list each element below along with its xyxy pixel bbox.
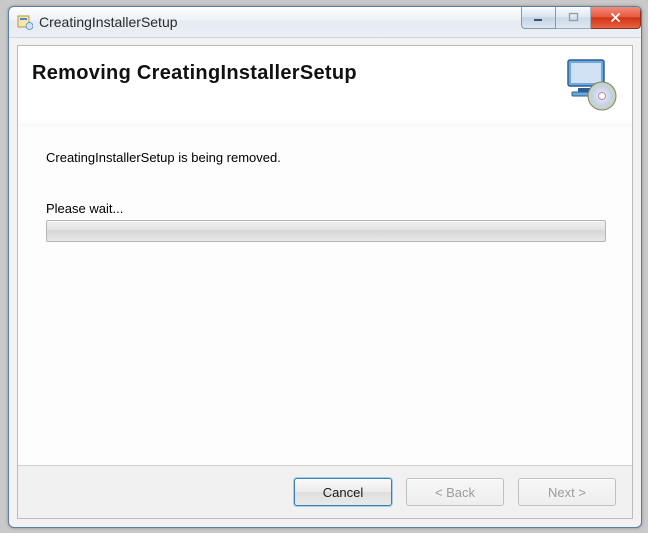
- page-title: Removing CreatingInstallerSetup: [18, 46, 632, 85]
- wizard-header: Removing CreatingInstallerSetup: [18, 46, 632, 127]
- installer-window: CreatingInstallerSetup Removing Creating…: [8, 6, 642, 528]
- back-button: < Back: [406, 478, 504, 506]
- window-title: CreatingInstallerSetup: [39, 14, 178, 30]
- wizard-body: CreatingInstallerSetup is being removed.…: [18, 126, 632, 466]
- installer-icon: [17, 14, 33, 30]
- computer-disc-icon: [562, 56, 618, 112]
- minimize-button[interactable]: [521, 7, 556, 29]
- progress-bar: [46, 220, 606, 242]
- cancel-button[interactable]: Cancel: [294, 478, 392, 506]
- wizard-footer: Cancel < Back Next >: [18, 465, 632, 518]
- maximize-button: [556, 7, 591, 29]
- next-button: Next >: [518, 478, 616, 506]
- wizard-panel: Removing CreatingInstallerSetup: [17, 45, 633, 519]
- please-wait-label: Please wait...: [46, 201, 604, 216]
- window-controls: [521, 7, 641, 29]
- status-text: CreatingInstallerSetup is being removed.: [46, 150, 604, 165]
- close-button[interactable]: [591, 7, 641, 29]
- titlebar[interactable]: CreatingInstallerSetup: [9, 7, 641, 38]
